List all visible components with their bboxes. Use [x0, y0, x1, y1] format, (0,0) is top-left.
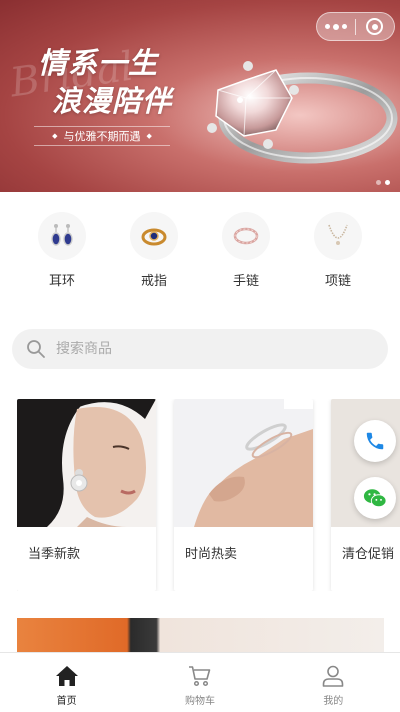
- banner-tagline-text: 与优雅不期而遇: [63, 130, 141, 143]
- more-icon[interactable]: [317, 23, 355, 30]
- product-name: 当季新款: [28, 547, 81, 562]
- tab-profile[interactable]: 我的: [267, 653, 400, 712]
- miniprogram-capsule: [316, 12, 395, 41]
- diamond-bullet-icon: ◆: [146, 132, 152, 140]
- carousel-dot-active: [385, 180, 390, 185]
- search-input[interactable]: [56, 341, 356, 357]
- wechat-contact-button[interactable]: [354, 477, 396, 519]
- category-label: 项链: [324, 274, 351, 289]
- product-carousel: 当季新款 时尚热卖 清仓促销: [17, 399, 400, 591]
- tab-label: 购物车: [184, 696, 215, 707]
- tab-home[interactable]: 首页: [0, 653, 133, 712]
- model-earring-photo: [17, 399, 156, 527]
- diamond-ring-image: [207, 61, 398, 164]
- product-card-new-season[interactable]: 当季新款: [17, 399, 156, 591]
- earring-icon: [38, 212, 86, 260]
- hero-banner[interactable]: Bridal 情系一生 浪漫陪伴 ◆ 与优雅不期而遇 ◆: [0, 0, 400, 192]
- phone-icon: [366, 432, 384, 450]
- user-icon: [323, 665, 344, 687]
- diamond-bullet-icon: ◆: [52, 132, 58, 140]
- category-bracelets[interactable]: 手链: [214, 212, 278, 292]
- banner-tagline: ◆ 与优雅不期而遇 ◆: [34, 126, 170, 146]
- product-name: 清仓促销: [342, 547, 395, 562]
- bottom-tab-bar: 首页 购物车 我的: [0, 652, 400, 712]
- category-necklaces[interactable]: 项链: [306, 212, 370, 292]
- category-label: 手链: [232, 274, 259, 289]
- home-page: Bridal 情系一生 浪漫陪伴 ◆ 与优雅不期而遇 ◆ 耳环 戒指 手链 项链…: [0, 0, 400, 712]
- category-rings[interactable]: 戒指: [122, 212, 186, 292]
- banner-headline-line1: 情系一生: [38, 46, 159, 80]
- banner-headline-line2: 浪漫陪伴: [52, 84, 173, 118]
- close-miniprogram-icon[interactable]: [356, 18, 394, 35]
- carousel-indicator: [376, 180, 390, 185]
- call-button[interactable]: [354, 420, 396, 462]
- product-card-hot-sale[interactable]: 时尚热卖: [174, 399, 313, 591]
- product-name: 时尚热卖: [185, 547, 238, 562]
- category-earrings[interactable]: 耳环: [30, 212, 94, 292]
- carousel-dot: [376, 180, 381, 185]
- category-label: 耳环: [48, 274, 75, 289]
- tab-label: 首页: [56, 696, 77, 707]
- search-bar[interactable]: [12, 329, 388, 369]
- bracelet-icon: [222, 212, 270, 260]
- cart-icon: [188, 666, 211, 687]
- tab-label: 我的: [323, 696, 344, 707]
- wechat-icon: [363, 489, 387, 508]
- home-icon: [55, 666, 78, 686]
- ring-icon: [130, 212, 178, 260]
- category-label: 戒指: [140, 274, 167, 289]
- category-nav: 耳环 戒指 手链 项链: [0, 212, 400, 292]
- wrist-bracelet-photo: [174, 399, 313, 527]
- tab-cart[interactable]: 购物车: [133, 653, 266, 712]
- necklace-icon: [314, 212, 362, 260]
- search-icon: [27, 340, 45, 358]
